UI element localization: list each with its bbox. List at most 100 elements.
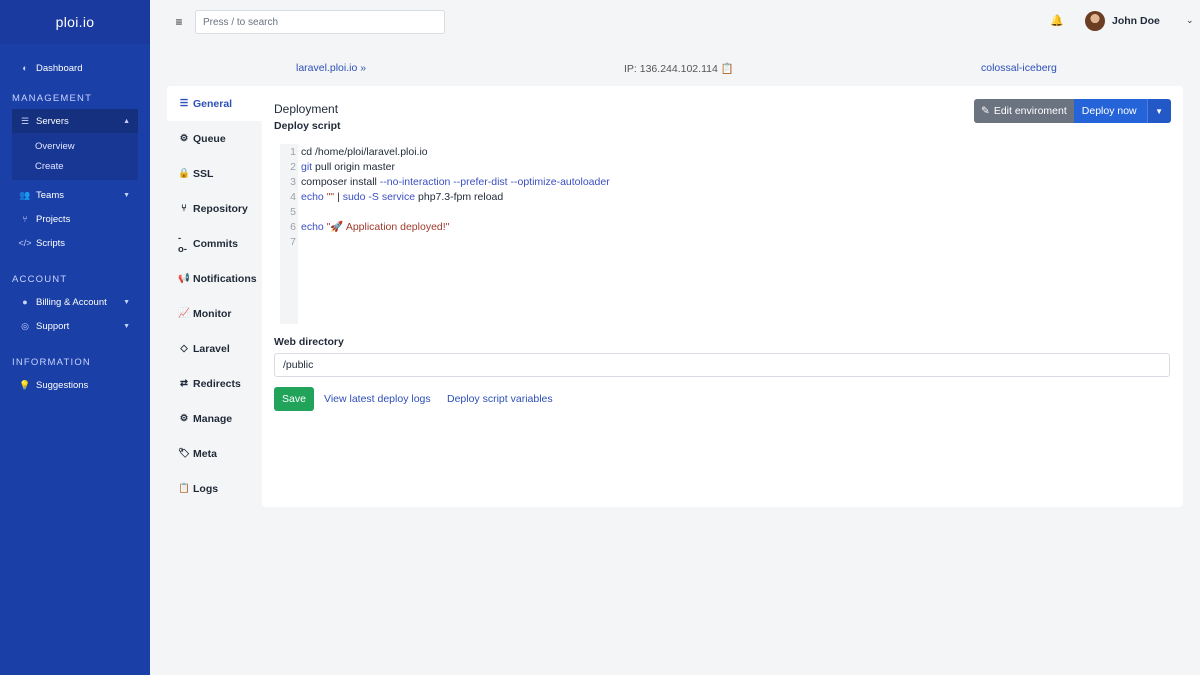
code-line: echo "" | sudo -S service php7.3-fpm rel…	[301, 190, 1170, 205]
avatar[interactable]	[1085, 11, 1105, 31]
tab-label: Queue	[193, 132, 226, 145]
code-text: cd /home/ploi/laravel.ploi.io	[301, 146, 428, 158]
sidebar-item-servers[interactable]: ☰ Servers ▲	[12, 109, 138, 133]
users-icon: 👥	[19, 189, 31, 200]
web-directory-input[interactable]	[274, 353, 1170, 377]
code-line: ​	[301, 205, 1170, 220]
tab-label: Logs	[193, 482, 219, 495]
edit-icon: ✎	[981, 105, 990, 117]
brand-logo[interactable]: ploi.io	[0, 0, 150, 44]
list-icon: ☰	[179, 98, 189, 109]
tag-icon: 🏷	[177, 448, 191, 459]
deploy-script-editor[interactable]: 1 2 3 4 5 6 7 cd /home/ploi/laravel.ploi…	[280, 144, 1170, 324]
tab-label: Meta	[193, 447, 217, 460]
projects-icon: ⑂	[22, 214, 28, 224]
code-line: ​	[301, 235, 1170, 250]
sidebar-item-scripts[interactable]: </> Scripts	[0, 231, 150, 255]
sidebar-item-label: Suggestions	[36, 379, 89, 391]
line-number: 5	[290, 206, 296, 218]
line-number: 3	[290, 176, 296, 188]
clipboard-icon[interactable]: 📋	[721, 63, 734, 75]
tab-label: Laravel	[193, 342, 230, 355]
sidebar-item-label: Projects	[36, 213, 71, 225]
tab-label: General	[193, 97, 233, 110]
tab-notifications[interactable]: 📢 Notifications	[167, 261, 262, 296]
gear-icon: ⚙	[179, 133, 189, 144]
clipboard-list-icon: 📋	[178, 483, 190, 494]
code-line: cd /home/ploi/laravel.ploi.io	[301, 145, 1170, 160]
section-title-account: ACCOUNT	[12, 274, 68, 285]
sidebar-item-label: Scripts	[36, 237, 66, 249]
server-link[interactable]: colossal-iceberg	[981, 62, 1057, 74]
user-circle-icon: ●	[22, 297, 28, 307]
view-deploy-logs-link[interactable]: View latest deploy logs	[324, 393, 431, 405]
deploy-now-button[interactable]: Deploy now	[1073, 99, 1147, 123]
tab-label: Redirects	[193, 377, 241, 390]
sidebar-item-label: Billing & Account	[36, 296, 107, 308]
tab-logs[interactable]: 📋 Logs	[167, 471, 262, 506]
code-string: "🚀 Application deployed!"	[323, 221, 450, 233]
sidebar-item-suggestions[interactable]: 💡 Suggestions	[0, 373, 150, 397]
line-number: 7	[290, 236, 296, 248]
sidebar-item-teams[interactable]: 👥 Teams ▼	[0, 183, 150, 207]
chevron-down-icon: ▼	[123, 322, 130, 330]
tab-laravel[interactable]: ◇ Laravel	[167, 331, 262, 366]
cogs-icon: ⚙	[179, 413, 189, 424]
code-keyword: sudo -S service	[342, 191, 416, 203]
tab-queue[interactable]: ⚙ Queue	[167, 121, 262, 156]
deploy-script-variables-link[interactable]: Deploy script variables	[447, 393, 553, 405]
code-text: composer install	[301, 176, 380, 188]
tab-repository[interactable]: ⑂ Repository	[167, 191, 262, 226]
tab-meta[interactable]: 🏷 Meta	[167, 436, 262, 471]
search-input[interactable]	[195, 10, 445, 34]
menu-icon[interactable]: ≡	[172, 14, 186, 30]
line-number: 2	[290, 161, 296, 173]
tab-commits[interactable]: -o- Commits	[167, 226, 262, 261]
line-numbers: 1 2 3 4 5 6 7	[280, 144, 298, 324]
tab-redirects[interactable]: ⇄ Redirects	[167, 366, 262, 401]
ip-address: IP: 136.244.102.114 📋	[624, 62, 734, 75]
code-icon: </>	[18, 238, 32, 248]
user-name[interactable]: John Doe	[1112, 15, 1160, 27]
code-keyword: git	[301, 161, 313, 173]
bell-icon[interactable]: 🔔	[1050, 14, 1064, 27]
site-link-label: laravel.ploi.io	[296, 62, 358, 74]
sidebar-item-billing[interactable]: ● Billing & Account ▼	[0, 290, 150, 314]
code-text: pull origin master	[312, 161, 395, 173]
chevron-down-icon: ▼	[123, 191, 130, 199]
sidebar-item-dashboard[interactable]: ◐ Dashboard	[0, 56, 150, 80]
branch-icon: ⑂	[181, 203, 187, 214]
sidebar-item-label: Teams	[36, 189, 64, 201]
tab-ssl[interactable]: 🔒 SSL	[167, 156, 262, 191]
code-keyword: echo	[301, 191, 324, 203]
sidebar-subitem-create[interactable]: Create	[12, 157, 138, 177]
deploy-options-button[interactable]: ▼	[1146, 99, 1171, 123]
chevron-down-icon[interactable]: ⌄	[1186, 15, 1194, 26]
sidebar-item-projects[interactable]: ⑂ Projects	[0, 207, 150, 231]
edit-environment-button[interactable]: ✎ Edit enviroment	[974, 99, 1074, 123]
tab-general[interactable]: ☰ General	[167, 86, 262, 121]
tab-manage[interactable]: ⚙ Manage	[167, 401, 262, 436]
tab-label: Manage	[193, 412, 233, 425]
tab-label: Commits	[193, 237, 238, 250]
line-number: 1	[290, 146, 296, 158]
section-title-information: INFORMATION	[12, 357, 91, 368]
code-line: composer install --no-interaction --pref…	[301, 175, 1170, 190]
topbar: ≡ 🔔 John Doe ⌄	[150, 0, 1200, 44]
code-area[interactable]: cd /home/ploi/laravel.ploi.io git pull or…	[298, 144, 1170, 324]
tab-label: Repository	[193, 202, 248, 215]
site-link[interactable]: laravel.ploi.io »	[296, 62, 366, 74]
support-icon: ◎	[21, 320, 29, 331]
servers-group: ☰ Servers ▲ Overview Create	[12, 109, 138, 180]
deploy-script-label: Deploy script	[274, 120, 341, 132]
code-keyword: echo	[301, 221, 324, 233]
chevron-up-icon: ▲	[123, 117, 130, 125]
caret-down-icon: ▼	[1155, 106, 1164, 116]
save-button[interactable]: Save	[274, 387, 314, 411]
site-tabs: ☰ General ⚙ Queue 🔒 SSL ⑂ Repository -o- Comm…	[167, 86, 262, 506]
tab-monitor[interactable]: 📈 Monitor	[167, 296, 262, 331]
sidebar-subitem-overview[interactable]: Overview	[12, 137, 138, 157]
web-directory-label: Web directory	[274, 336, 344, 348]
sidebar-item-support[interactable]: ◎ Support ▼	[0, 314, 150, 338]
sidebar-item-label: Dashboard	[36, 62, 83, 74]
